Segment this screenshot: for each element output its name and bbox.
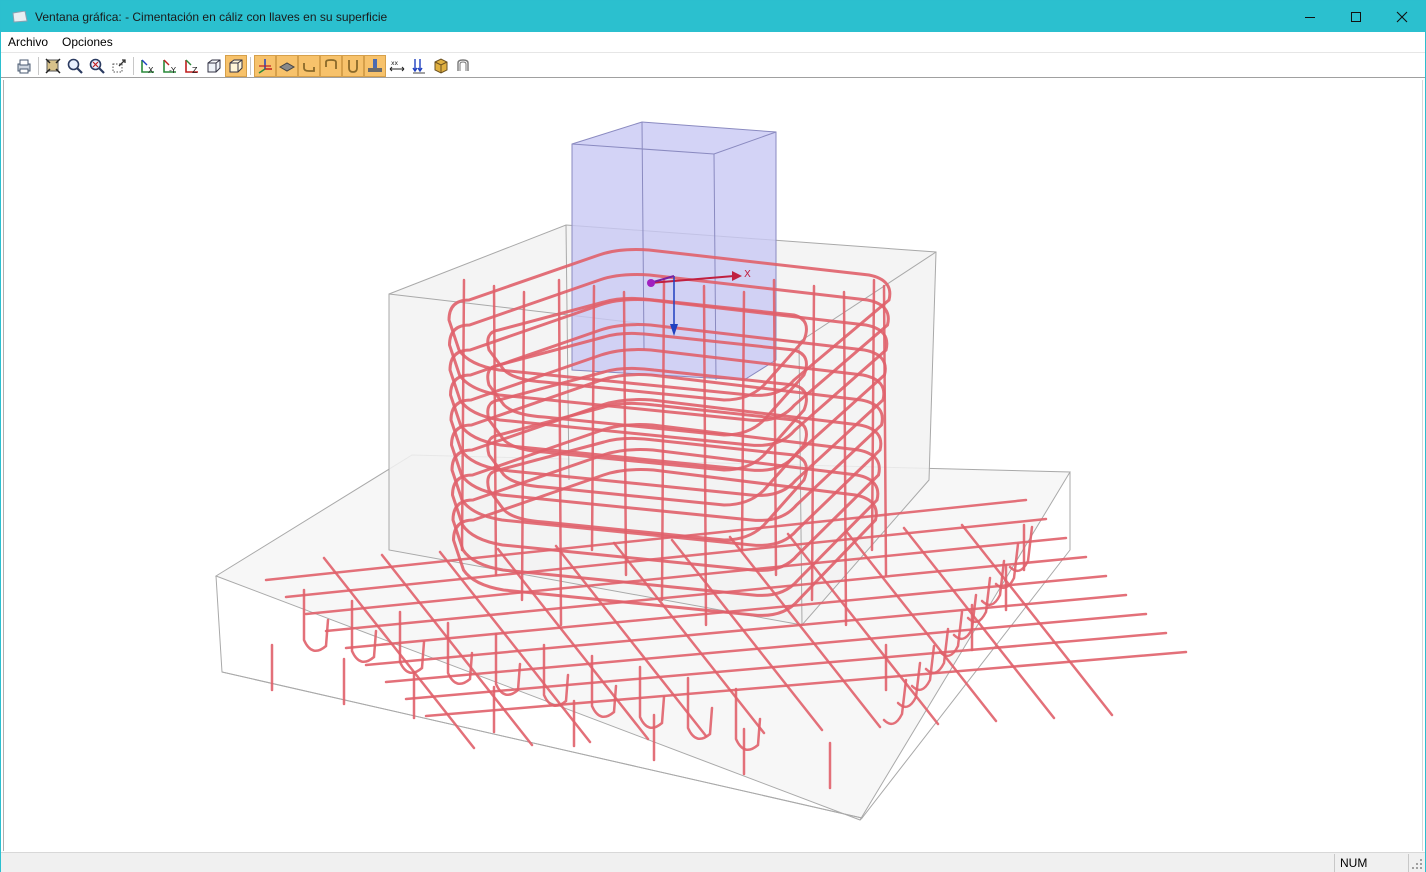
- hook-left-button[interactable]: [298, 54, 320, 77]
- view-y-button[interactable]: -Y: [159, 55, 181, 77]
- axes-icon: [258, 58, 272, 74]
- hook-right-icon: [325, 58, 337, 69]
- column: [571, 121, 777, 381]
- materials-button[interactable]: [430, 55, 452, 77]
- view-x-icon: X: [141, 59, 154, 75]
- close-icon: [1396, 11, 1408, 22]
- svg-text:X: X: [148, 66, 154, 75]
- svg-text:Z: Z: [192, 66, 198, 75]
- hook-left-icon: [303, 62, 315, 72]
- stirrup-button[interactable]: [452, 55, 474, 77]
- title-bar[interactable]: Ventana gráfica: - Cimentación en cáliz …: [1, 1, 1425, 32]
- maximize-button[interactable]: [1333, 1, 1379, 32]
- dimension-icon: xx: [389, 60, 405, 71]
- maximize-icon: [1351, 11, 1361, 22]
- axes-button[interactable]: [254, 54, 276, 77]
- view-3d-wire-icon: [207, 59, 221, 72]
- status-bar: NUM: [1, 852, 1425, 872]
- view-y-icon: -Y: [163, 59, 176, 75]
- view-3d-solid-icon: [229, 59, 243, 72]
- resize-grip-icon[interactable]: [1411, 858, 1423, 870]
- zoom-icon: [67, 58, 83, 74]
- svg-text:xx: xx: [391, 60, 399, 67]
- stirrup-icon: [457, 58, 469, 71]
- u-bar-button[interactable]: [342, 54, 364, 77]
- window-controls: [1287, 1, 1425, 32]
- window-title: Ventana gráfica: - Cimentación en cáliz …: [35, 9, 388, 24]
- application-window: Ventana gráfica: - Cimentación en cáliz …: [0, 0, 1426, 872]
- minimize-icon: [1305, 16, 1315, 18]
- close-button[interactable]: [1379, 1, 1425, 32]
- materials-icon: [434, 57, 448, 74]
- view-3d-solid-button[interactable]: [225, 54, 247, 77]
- menu-archivo[interactable]: Archivo: [1, 33, 55, 52]
- slab-icon: [278, 61, 296, 72]
- foundation-button[interactable]: [364, 54, 386, 77]
- toolbar-separator: [133, 56, 134, 75]
- toolbar-separator: [38, 56, 39, 75]
- print-button[interactable]: [13, 55, 35, 77]
- zoom-extents-icon: [45, 57, 61, 74]
- app-icon: [12, 10, 28, 23]
- print-icon: [17, 59, 31, 73]
- toolbar-separator: [250, 56, 251, 75]
- view-z-button[interactable]: Z: [181, 55, 203, 77]
- view-z-icon: Z: [185, 59, 198, 75]
- hook-right-button[interactable]: [320, 54, 342, 77]
- zoom-extents-button[interactable]: [42, 55, 64, 77]
- toolbar: X -Y Z xx: [1, 54, 1425, 78]
- svg-text:-Y: -Y: [169, 66, 176, 75]
- loads-icon: [412, 58, 425, 73]
- minimize-button[interactable]: [1287, 1, 1333, 32]
- menu-opciones[interactable]: Opciones: [55, 33, 120, 52]
- u-bar-icon: [348, 59, 358, 73]
- foundation-3d-view[interactable]: X: [4, 80, 1422, 851]
- menu-bar: Archivo Opciones: [1, 32, 1425, 53]
- view-3d-wire-button[interactable]: [203, 55, 225, 77]
- pan-button[interactable]: [108, 55, 130, 77]
- loads-button[interactable]: [408, 55, 430, 77]
- graphics-viewport[interactable]: X: [3, 80, 1423, 851]
- zoom-button[interactable]: [64, 55, 86, 77]
- num-lock-indicator: NUM: [1334, 854, 1409, 872]
- axis-x-label: X: [744, 269, 751, 280]
- view-x-button[interactable]: X: [137, 55, 159, 77]
- zoom-window-button[interactable]: [86, 55, 108, 77]
- foundation-icon: [368, 58, 382, 72]
- slab-button[interactable]: [276, 54, 298, 77]
- dimension-button[interactable]: xx: [386, 55, 408, 77]
- pan-icon: [112, 58, 126, 72]
- zoom-window-icon: [89, 58, 105, 74]
